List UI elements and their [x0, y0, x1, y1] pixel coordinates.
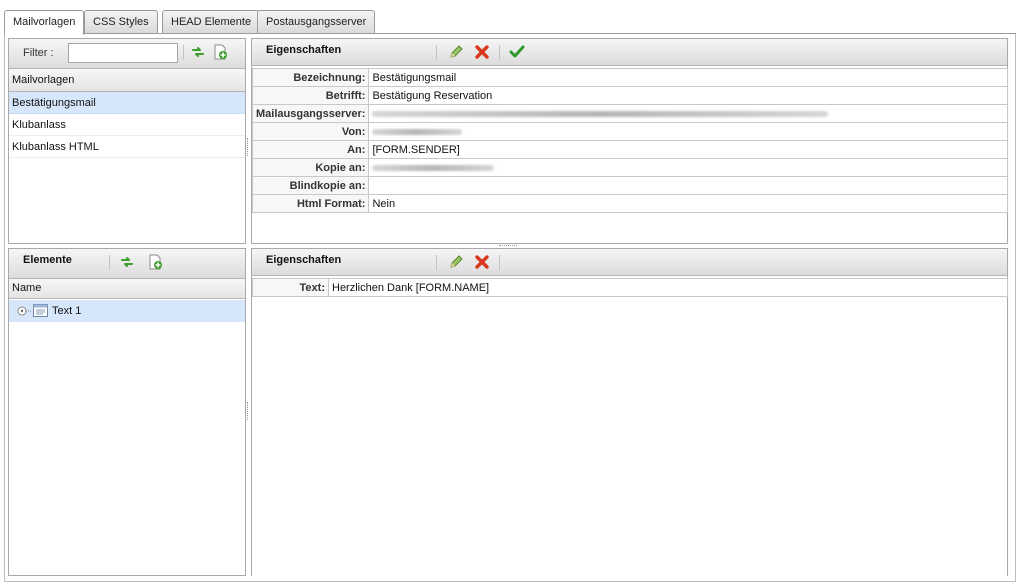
tree-node[interactable]: Text 1 [9, 300, 245, 322]
elements-title: Elemente [23, 254, 72, 266]
property-label: Mailausgangsserver: [251, 104, 370, 123]
toolbar-separator [183, 45, 184, 60]
property-value[interactable]: [FORM.SENDER] [368, 140, 1008, 159]
delete-x-icon[interactable] [474, 254, 490, 270]
refresh-icon[interactable] [119, 254, 135, 270]
templates-panel: Filter : Mailvorlagen Bestätigungsmail K… [8, 38, 246, 244]
redacted-text [372, 164, 495, 171]
tab-divider [4, 33, 1016, 34]
property-row: Betrifft: Bestätigung Reservation [251, 86, 1008, 105]
redacted-text [372, 110, 829, 117]
property-label: Html Format: [251, 194, 370, 213]
properties-title: Eigenschaften [266, 44, 342, 56]
element-properties-table: Text: Herzlichen Dank [FORM.NAME] [252, 278, 1008, 297]
toolbar-separator [499, 45, 500, 60]
property-row: Text: Herzlichen Dank [FORM.NAME] [252, 278, 1008, 297]
tree-toggle-icon[interactable] [17, 305, 31, 320]
property-value[interactable]: Herzlichen Dank [FORM.NAME] [328, 278, 1008, 297]
property-value[interactable]: Nein [368, 194, 1008, 213]
add-page-icon[interactable] [147, 254, 163, 270]
template-properties-table: Bezeichnung: Bestätigungsmail Betrifft: … [251, 68, 1008, 213]
property-row: Blindkopie an: [251, 176, 1008, 195]
property-row: Mailausgangsserver: [251, 104, 1008, 123]
pencil-icon[interactable] [448, 44, 464, 60]
templates-toolbar: Filter : [9, 39, 245, 69]
tab-postausgangsserver[interactable]: Postausgangsserver [257, 10, 376, 34]
vertical-splitter-handle[interactable] [247, 138, 249, 156]
element-properties-title: Eigenschaften [266, 254, 342, 266]
element-properties-toolbar: Eigenschaften [252, 249, 1007, 276]
vertical-splitter-handle[interactable] [247, 402, 249, 420]
tab-mailvorlagen[interactable]: Mailvorlagen [4, 10, 85, 35]
pencil-icon[interactable] [448, 254, 464, 270]
toolbar-separator [436, 255, 437, 270]
property-row: Html Format: Nein [251, 194, 1008, 213]
property-label: Von: [251, 122, 370, 141]
tab-head-elemente[interactable]: HEAD Elemente [162, 10, 261, 34]
horizontal-splitter-handle[interactable] [499, 245, 517, 247]
redacted-text [372, 128, 463, 135]
property-row: Bezeichnung: Bestätigungsmail [251, 68, 1008, 87]
property-label: Kopie an: [251, 158, 370, 177]
element-properties-panel: Eigenschaften Text: Herzlichen Dank [FOR… [251, 248, 1008, 576]
property-value[interactable] [368, 176, 1008, 195]
list-item[interactable]: Klubanlass [9, 114, 245, 136]
property-row: Kopie an: [251, 158, 1008, 177]
property-label: An: [251, 140, 370, 159]
property-label: Bezeichnung: [251, 68, 370, 87]
tab-bar: Mailvorlagen CSS Styles HEAD Elemente Po… [4, 10, 1020, 35]
delete-x-icon[interactable] [474, 44, 490, 60]
filter-label: Filter : [23, 47, 54, 59]
checkmark-icon[interactable] [509, 44, 525, 60]
property-label: Blindkopie an: [251, 176, 370, 195]
elements-panel: Elemente Name Text 1 [8, 248, 246, 576]
toolbar-separator [109, 255, 110, 270]
elements-toolbar: Elemente [9, 249, 245, 279]
property-value[interactable]: Bestätigung Reservation [368, 86, 1008, 105]
toolbar-separator [499, 255, 500, 270]
add-page-icon[interactable] [212, 44, 228, 60]
tab-css-styles[interactable]: CSS Styles [84, 10, 158, 34]
list-item[interactable]: Klubanlass HTML [9, 136, 245, 158]
refresh-icon[interactable] [190, 44, 206, 60]
property-value[interactable]: Bestätigungsmail [368, 68, 1008, 87]
template-properties-panel: Eigenschaften Bezeichnung: Bestätigungsm… [251, 38, 1008, 244]
text-node-icon [33, 304, 48, 320]
property-row: Von: [251, 122, 1008, 141]
property-value-redacted[interactable] [368, 158, 1008, 177]
elements-column-header[interactable]: Name [9, 279, 245, 299]
toolbar-separator [436, 45, 437, 60]
properties-toolbar: Eigenschaften [252, 39, 1007, 66]
list-item[interactable]: Bestätigungsmail [9, 92, 245, 114]
tree-node-label: Text 1 [52, 305, 82, 317]
filter-input[interactable] [68, 43, 178, 63]
property-label: Betrifft: [251, 86, 370, 105]
property-value-redacted[interactable] [368, 104, 1008, 123]
property-value-redacted[interactable] [368, 122, 1008, 141]
property-row: An: [FORM.SENDER] [251, 140, 1008, 159]
property-label: Text: [252, 278, 329, 297]
templates-column-header[interactable]: Mailvorlagen [9, 69, 245, 92]
